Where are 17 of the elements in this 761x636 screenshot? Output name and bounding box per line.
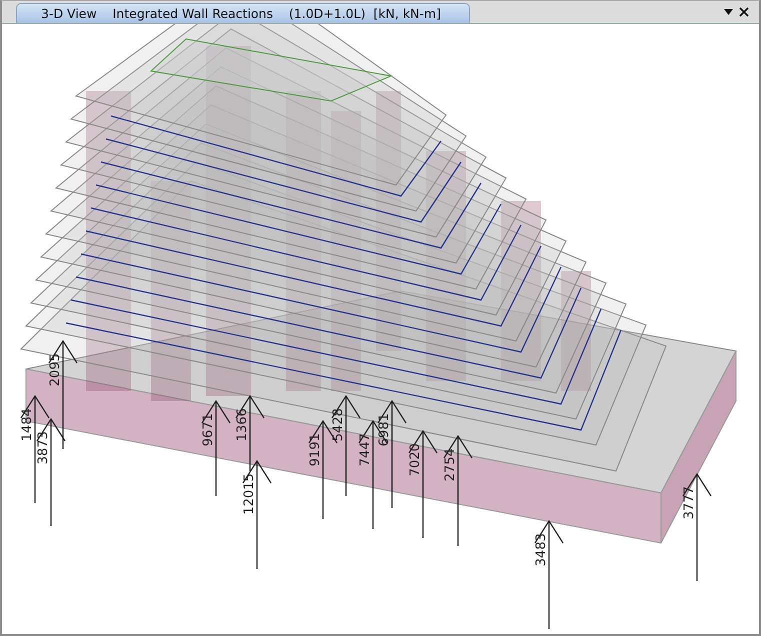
reaction-value: 12015 [242, 473, 257, 515]
reaction-value: 6981 [377, 413, 392, 446]
reaction-value: 3873 [36, 431, 51, 464]
view-tab[interactable]: 3-D View Integrated Wall Reactions (1.0D+1.0L) [kN, kN-m] [16, 3, 470, 23]
reaction-value: 1366 [235, 408, 250, 442]
reaction-value: 1484 [20, 408, 35, 442]
reaction-value: 9671 [201, 413, 216, 446]
reaction-value: 2095 [48, 353, 63, 386]
reaction-value: 7020 [408, 443, 423, 476]
reaction-value: 3483 [534, 533, 549, 566]
reaction-value: 3777 [682, 486, 697, 520]
reaction-value: 5428 [331, 408, 346, 442]
caret-icon[interactable] [724, 9, 733, 15]
reaction-value: 7447 [358, 433, 373, 466]
close-icon[interactable] [739, 7, 749, 17]
reaction-value: 9191 [308, 433, 323, 466]
reaction-value: 2754 [443, 448, 458, 482]
